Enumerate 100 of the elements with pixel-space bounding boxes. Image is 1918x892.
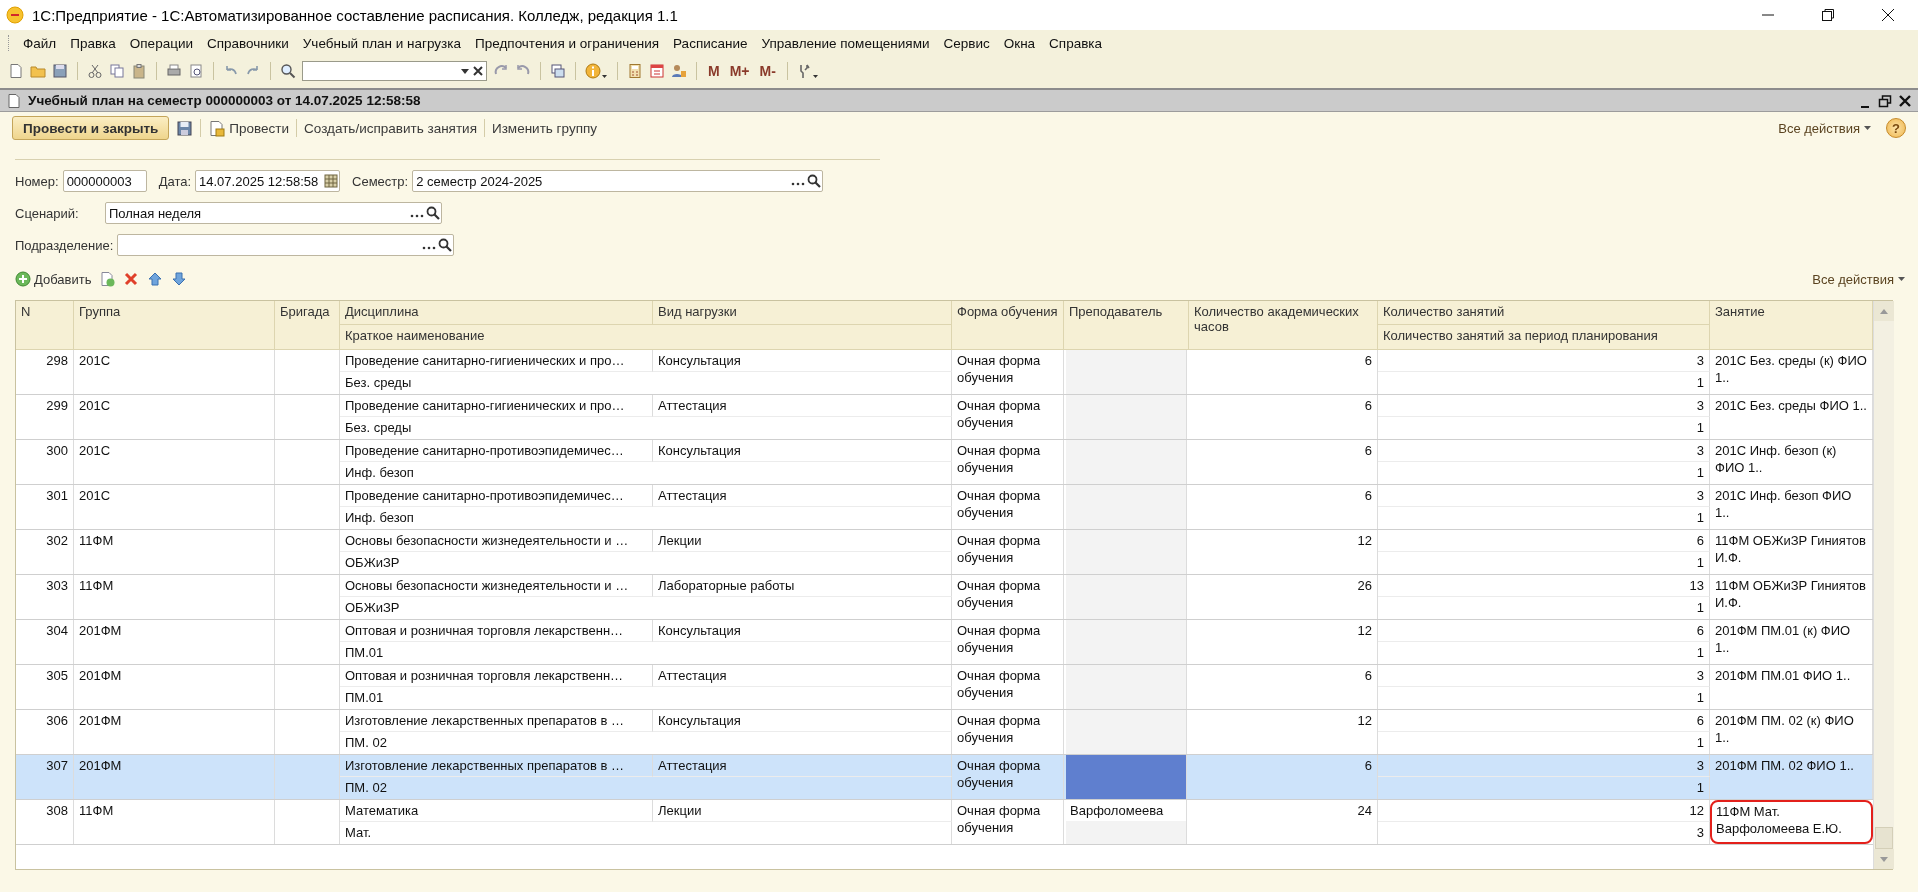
copy-row-icon[interactable]	[99, 271, 116, 287]
scissors-icon[interactable]	[87, 63, 103, 79]
restore-icon[interactable]	[1820, 7, 1836, 23]
date-field[interactable]: 14.07.2025 12:58:58	[195, 170, 341, 192]
table-cell: 12	[1189, 710, 1378, 754]
field-label: Номер:	[15, 173, 59, 189]
table-row[interactable]: 303 11ФМ Основы безопасности жизнедеятельности и … Лабораторные работы ОБЖиЗР Очная форма обучения 26 13 1 11ФМ ОБЖиЗР Гиниятов И.Ф.	[16, 575, 1873, 620]
all-actions-button[interactable]: Все действия	[1778, 120, 1871, 136]
post-and-close-button[interactable]: Провести и закрыть	[12, 116, 170, 140]
post-button[interactable]: Провести	[208, 119, 290, 137]
table-cell: Очная форма обучения	[952, 710, 1064, 754]
table-cell: 201ФМ	[74, 665, 275, 709]
table-cell: ОБЖиЗР	[340, 597, 952, 619]
delete-icon[interactable]	[123, 271, 140, 287]
select-field[interactable]	[117, 234, 455, 256]
calendar-icon[interactable]	[323, 173, 340, 189]
field-label: Подразделение:	[15, 237, 114, 253]
print-preview-icon[interactable]	[188, 63, 204, 79]
table-row[interactable]: 300 201С Проведение санитарно-противоэпидемичес… Консультация Инф. безоп Очная форма обучения 6 3 1 201С Инф. безоп (к) ФИО 1..	[16, 440, 1873, 485]
table-cell: 1	[1378, 507, 1710, 529]
table-cell: 11ФМ	[74, 800, 275, 844]
table-cell: Очная форма обучения	[952, 575, 1064, 619]
menu-item[interactable]: Расписание	[666, 32, 755, 54]
memory-button[interactable]: M+	[727, 63, 752, 79]
calendar-icon[interactable]	[649, 63, 665, 79]
search-icon[interactable]	[425, 205, 441, 221]
printer-icon[interactable]	[166, 63, 182, 79]
table-cell: 6	[1378, 620, 1710, 642]
new-document-icon[interactable]	[8, 63, 24, 79]
table-row[interactable]: 299 201С Проведение санитарно-гигиенических и про… Аттестация Без. среды Очная форма обучения 6 3 1 201С Без. среды ФИО 1..	[16, 395, 1873, 440]
menu-item[interactable]: Справочники	[199, 32, 296, 54]
clear-icon[interactable]	[472, 65, 484, 77]
menu-item[interactable]: Файл	[16, 32, 64, 54]
memory-button[interactable]: M	[706, 63, 722, 79]
table-cell: 6	[1189, 485, 1378, 529]
table-cell: Очная форма обучения	[952, 800, 1064, 844]
menu-item[interactable]: Управление помещениями	[754, 32, 937, 54]
table-row[interactable]: 298 201С Проведение санитарно-гигиенических и про… Консультация Без. среды Очная форма обучения 6 3 1 201С Без. среды (к) ФИО 1..	[16, 350, 1873, 395]
menu-item[interactable]: Окна	[996, 32, 1043, 54]
table-cell: Аттестация	[653, 485, 952, 507]
table-cell: 6	[1189, 755, 1378, 799]
plus-icon	[15, 271, 31, 287]
app-logo-icon	[6, 6, 24, 24]
table-cell: Проведение санитарно-противоэпидемичес…	[340, 485, 653, 507]
table-row[interactable]: 305 201ФМ Оптовая и розничная торговля лекарственн… Аттестация ПМ.01 Очная форма обучения 6 3 1 201ФМ ПМ.01 ФИО 1..	[16, 665, 1873, 710]
table-row[interactable]: 302 11ФМ Основы безопасности жизнедеятельности и … Лекции ОБЖиЗР Очная форма обучения 12 6 1 11ФМ ОБЖиЗР Гиниятов И.Ф.	[16, 530, 1873, 575]
users-icon[interactable]	[671, 63, 687, 79]
all-actions-button[interactable]: Все действия	[1812, 271, 1905, 287]
scrollbar-thumb[interactable]	[1875, 827, 1893, 849]
menu-item[interactable]: Сервис	[936, 32, 997, 54]
menu-item[interactable]: Операции	[122, 32, 200, 54]
table-cell: Очная форма обучения	[952, 755, 1064, 799]
search-icon[interactable]	[280, 63, 296, 79]
field-label: Дата:	[158, 173, 192, 189]
select-field[interactable]: Полная неделя	[105, 202, 442, 224]
help-button[interactable]: ?	[1886, 118, 1906, 138]
info-icon[interactable]	[585, 63, 608, 79]
caret-icon	[1898, 277, 1905, 281]
command-link[interactable]: Изменить группу	[491, 120, 597, 136]
table-row[interactable]: 307 201ФМ Изготовление лекарственных препаратов в … Аттестация ПМ. 02 Очная форма обучения 6 3 1 201ФМ ПМ. 02 ФИО 1..	[16, 755, 1873, 800]
select-field[interactable]: 2 семестр 2024-2025	[412, 170, 824, 192]
menu-item[interactable]: Предпочтения и ограничения	[468, 32, 667, 54]
clipboard-icon[interactable]	[131, 63, 147, 79]
table-cell: 299	[16, 395, 74, 439]
command-link[interactable]: Создать/исправить занятия	[304, 120, 477, 136]
search-field[interactable]	[302, 61, 487, 81]
search-icon[interactable]	[806, 173, 823, 189]
close-icon[interactable]	[1898, 93, 1912, 108]
table-cell: Консультация	[653, 350, 952, 372]
table-cell: 13	[1378, 575, 1710, 597]
scrollbar[interactable]	[1873, 301, 1894, 869]
calculator-icon[interactable]	[627, 63, 643, 79]
menu-item[interactable]: Учебный план и нагрузка	[295, 32, 468, 54]
add-button[interactable]: Добавить	[15, 271, 92, 287]
table-row[interactable]: 304 201ФМ Оптовая и розничная торговля лекарственн… Консультация ПМ.01 Очная форма обучения 12 6 1 201ФМ ПМ.01 (к) ФИО 1..	[16, 620, 1873, 665]
move-up-icon[interactable]	[147, 271, 164, 287]
table-cell: 6	[1378, 530, 1710, 552]
menu-item[interactable]: Справка	[1042, 32, 1110, 54]
table-cell: Аттестация	[653, 395, 952, 417]
scroll-down-icon[interactable]	[1879, 854, 1889, 864]
close-icon[interactable]	[1880, 7, 1896, 23]
input-field[interactable]: 000000003	[62, 170, 147, 192]
table-cell: ПМ.01	[340, 642, 952, 664]
column-header[interactable]: Количество занятий	[1378, 301, 1710, 325]
column-header[interactable]: Вид нагрузки	[653, 301, 952, 325]
menu-item[interactable]: Правка	[63, 32, 123, 54]
table-row[interactable]: 301 201С Проведение санитарно-противоэпидемичес… Аттестация Инф. безоп Очная форма обучения 6 3 1 201С Инф. безоп ФИО 1..	[16, 485, 1873, 530]
restore-icon[interactable]	[1878, 93, 1892, 108]
table-row[interactable]: 308 11ФМ Математика Лекции Мат. Очная форма обучения Варфоломеева 24 12 3 11ФМ Мат. Варфоломеева Е.Ю.	[16, 800, 1873, 845]
memory-button[interactable]: M-	[757, 63, 778, 79]
table-cell: 3	[1378, 485, 1710, 507]
column-header[interactable]: Дисциплина	[340, 301, 653, 325]
table-cell: Консультация	[653, 440, 952, 462]
table-cell: 3	[1378, 350, 1710, 372]
search-icon[interactable]	[437, 237, 454, 253]
move-down-icon[interactable]	[171, 271, 188, 287]
copy-icon[interactable]	[109, 63, 125, 79]
windows-icon[interactable]	[550, 63, 566, 79]
table-row[interactable]: 306 201ФМ Изготовление лекарственных препаратов в … Консультация ПМ. 02 Очная форма обучения 12 6 1 201ФМ ПМ. 02 (к) ФИО 1..	[16, 710, 1873, 755]
folder-icon[interactable]	[30, 63, 46, 79]
